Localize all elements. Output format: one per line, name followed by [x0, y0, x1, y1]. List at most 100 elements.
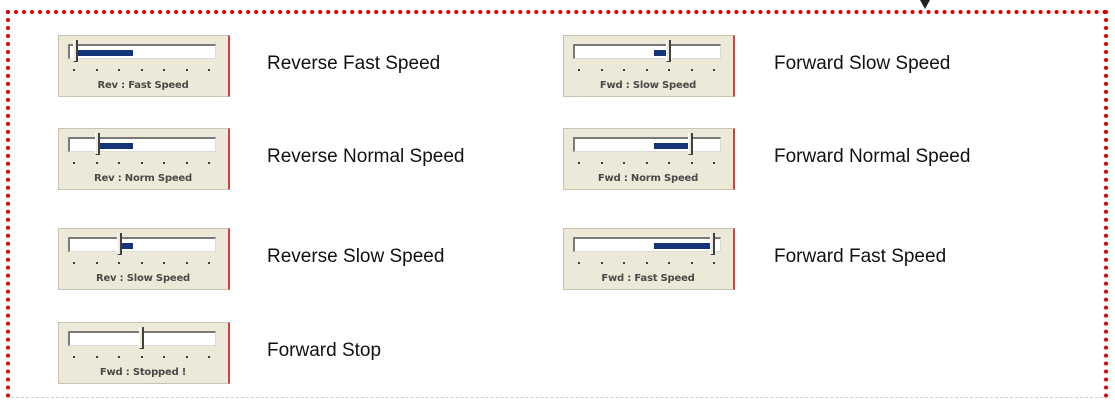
speed-slider-thumbnail: Fwd : Norm Speed: [563, 128, 735, 190]
slider-caption: Rev : Slow Speed: [95, 273, 191, 284]
slider-tick: [163, 262, 165, 264]
slider-track: [573, 44, 721, 59]
slider-handle: [139, 327, 144, 349]
slider-tick: [73, 356, 75, 358]
slider-ticks: [578, 69, 718, 73]
speed-label: Reverse Slow Speed: [267, 246, 445, 267]
slider-tick: [141, 162, 143, 164]
slider-tick: [96, 356, 98, 358]
slider-tick: [668, 162, 670, 164]
slider-ticks: [73, 69, 213, 73]
slider-track: [573, 137, 721, 152]
slider-caption: Fwd : Fast Speed: [601, 273, 695, 284]
slider-tick: [208, 162, 210, 164]
slider-ticks: [73, 356, 213, 360]
slider-caption: Fwd : Stopped !: [99, 367, 187, 378]
slider-tick: [668, 262, 670, 264]
speed-fill-bar: [654, 50, 666, 56]
slider-tick: [601, 69, 603, 71]
slider-tick: [578, 69, 580, 71]
slider-tick: [186, 162, 188, 164]
slider-tick: [623, 262, 625, 264]
slider-tick: [691, 162, 693, 164]
slider-tick: [601, 162, 603, 164]
slider-tick: [186, 356, 188, 358]
slider-tick: [118, 69, 120, 71]
slider-track: [573, 237, 721, 252]
speed-slider-thumbnail: Fwd : Fast Speed: [563, 228, 735, 290]
slider-tick: [96, 162, 98, 164]
slider-tick: [163, 162, 165, 164]
slider-caption: Fwd : Slow Speed: [599, 80, 697, 91]
slider-tick: [141, 69, 143, 71]
slider-handle: [95, 133, 100, 155]
slider-tick: [118, 262, 120, 264]
speed-slider-thumbnail: Rev : Norm Speed: [58, 128, 230, 190]
slider-track: [68, 44, 216, 59]
slider-tick: [118, 162, 120, 164]
slider-handle: [710, 233, 715, 255]
speed-label: Forward Slow Speed: [774, 53, 951, 74]
slider-handle: [688, 133, 693, 155]
slider-tick: [96, 262, 98, 264]
speed-item: Fwd : Slow Speed Forward Slow Speed: [563, 35, 1003, 97]
slider-tick: [646, 162, 648, 164]
slider-track: [68, 237, 216, 252]
slider-caption: Rev : Fast Speed: [97, 80, 189, 91]
slider-handle: [666, 40, 671, 62]
speed-fill-bar: [122, 243, 133, 249]
slider-caption: Fwd : Norm Speed: [597, 173, 699, 184]
slider-tick: [713, 69, 715, 71]
speed-item: Rev : Slow Speed Reverse Slow Speed: [58, 228, 498, 290]
slider-track: [68, 137, 216, 152]
slider-tick: [208, 262, 210, 264]
slider-tick: [646, 69, 648, 71]
speed-slider-thumbnail: Fwd : Slow Speed: [563, 35, 735, 97]
slider-tick: [186, 262, 188, 264]
speed-slider-thumbnail: Rev : Fast Speed: [58, 35, 230, 97]
speed-item: Fwd : Stopped ! Forward Stop: [58, 322, 458, 384]
speed-item: Rev : Fast Speed Reverse Fast Speed: [58, 35, 478, 97]
slider-caption: Rev : Norm Speed: [94, 173, 192, 184]
speed-label: Forward Fast Speed: [774, 246, 947, 267]
speed-fill-bar: [654, 243, 710, 249]
slider-tick: [578, 162, 580, 164]
slider-tick: [163, 69, 165, 71]
slider-handle: [117, 233, 122, 255]
slider-tick: [601, 262, 603, 264]
speed-label: Reverse Normal Speed: [267, 146, 465, 167]
speed-slider-thumbnail: Rev : Slow Speed: [58, 228, 230, 290]
slider-tick: [186, 69, 188, 71]
speed-fill-bar: [100, 143, 133, 149]
pointer-arrow-icon: [920, 0, 930, 9]
slider-tick: [646, 262, 648, 264]
slider-tick: [668, 69, 670, 71]
slider-tick: [163, 356, 165, 358]
slider-tick: [73, 69, 75, 71]
slider-tick: [118, 356, 120, 358]
speed-label: Reverse Fast Speed: [267, 53, 441, 74]
slider-ticks: [73, 162, 213, 166]
speed-slider-thumbnail: Fwd : Stopped !: [58, 322, 230, 384]
slider-tick: [691, 262, 693, 264]
slider-tick: [141, 262, 143, 264]
slider-tick: [578, 262, 580, 264]
speed-label: Forward Normal Speed: [774, 146, 971, 167]
speed-item: Fwd : Norm Speed Forward Normal Speed: [563, 128, 1023, 190]
slider-tick: [96, 69, 98, 71]
slider-tick: [713, 262, 715, 264]
slider-tick: [141, 356, 143, 358]
slider-tick: [73, 162, 75, 164]
speed-fill-bar: [654, 143, 688, 149]
slider-tick: [623, 69, 625, 71]
slider-ticks: [578, 262, 718, 266]
speed-item: Rev : Norm Speed Reverse Normal Speed: [58, 128, 518, 190]
slider-tick: [73, 262, 75, 264]
slider-handle: [73, 40, 78, 62]
slider-ticks: [578, 162, 718, 166]
slider-tick: [623, 162, 625, 164]
slider-tick: [713, 162, 715, 164]
speed-fill-bar: [78, 50, 133, 56]
slider-tick: [691, 69, 693, 71]
slider-ticks: [73, 262, 213, 266]
